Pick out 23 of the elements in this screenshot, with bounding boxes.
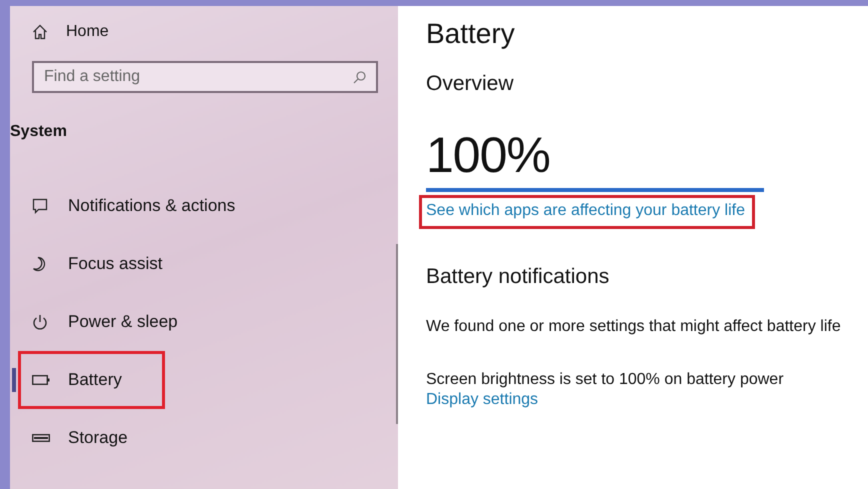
scrollbar[interactable]	[396, 244, 398, 424]
notification-message: We found one or more settings that might affect battery life	[426, 317, 842, 337]
moon-icon	[32, 256, 48, 272]
brightness-message: Screen brightness is set to 100% on battery power	[426, 370, 785, 390]
sidebar-item[interactable]: Focus assist	[10, 235, 392, 293]
battery-icon	[32, 375, 50, 385]
sidebar-item[interactable]: Notifications & actions	[10, 177, 392, 235]
sidebar-item[interactable]: Power & sleep	[10, 293, 392, 351]
battery-usage-link[interactable]: See which apps are affecting your battery life	[426, 202, 745, 219]
display-settings-link[interactable]: Display settings	[426, 391, 538, 408]
section-heading: System	[10, 123, 68, 141]
storage-icon	[32, 434, 50, 442]
search-icon	[353, 71, 366, 84]
home-link[interactable]: Home	[32, 6, 109, 58]
battery-percent: 100%	[426, 126, 551, 184]
home-icon	[32, 24, 48, 40]
power-icon	[32, 314, 48, 330]
search-field[interactable]: Find a setting	[32, 61, 378, 93]
section-heading: Battery notifications	[426, 265, 610, 289]
sidebar-item[interactable]: Storage	[10, 409, 392, 467]
section-heading: Overview	[426, 72, 515, 96]
message-icon	[32, 198, 48, 214]
page-title: Battery	[426, 18, 516, 50]
